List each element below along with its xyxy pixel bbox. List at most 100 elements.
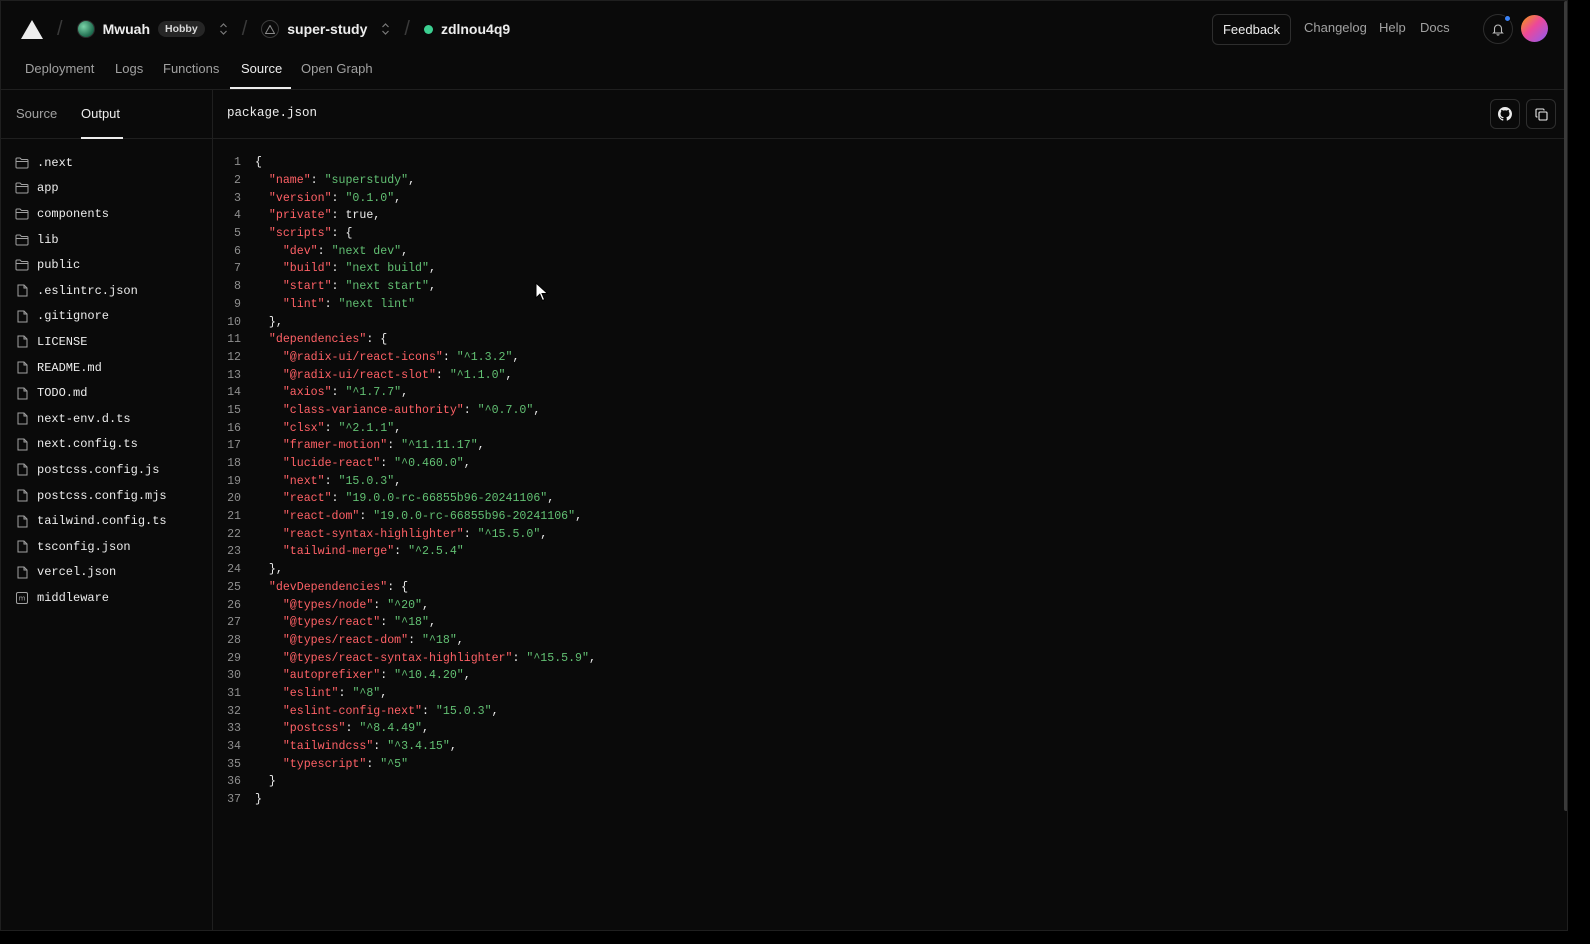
team-switcher[interactable]: Mwuah Hobby [76, 20, 228, 38]
json-key: "name" [268, 174, 311, 188]
json-punct: , [547, 492, 555, 506]
file-tree-item[interactable]: postcss.config.mjs [1, 483, 212, 509]
docs-link[interactable]: Docs [1420, 20, 1450, 35]
json-key: "@types/react" [282, 616, 381, 630]
folder-icon [15, 233, 29, 247]
file-tree-item[interactable]: vercel.json [1, 560, 212, 586]
code-text: "@types/node": "^20", [255, 599, 429, 612]
json-string: "^10.4.20" [394, 669, 464, 683]
json-punct: , [491, 704, 499, 718]
vercel-triangle-icon[interactable] [21, 19, 43, 39]
json-punct [255, 616, 283, 629]
deployment-tabs: Deployment Logs Functions Source Open Gr… [1, 57, 1567, 90]
code-line: 33 "postcss": "^8.4.49", [213, 720, 596, 738]
chevron-updown-icon[interactable] [381, 22, 390, 36]
json-key: "start" [282, 280, 332, 294]
code-text: "autoprefixer": "^10.4.20", [255, 669, 471, 682]
json-punct [255, 687, 283, 700]
json-key: "tailwindcss" [282, 740, 374, 754]
file-tree-item[interactable]: tailwind.config.ts [1, 508, 212, 534]
json-punct: , [394, 474, 402, 488]
line-number: 19 [227, 474, 241, 488]
file-tree-item[interactable]: LICENSE [1, 329, 212, 355]
file-sidebar: Source Output .next app components lib publi… [1, 90, 213, 930]
feedback-button[interactable]: Feedback [1212, 14, 1291, 45]
line-number: 36 [227, 775, 241, 789]
file-tree-item[interactable]: .eslintrc.json [1, 278, 212, 304]
app-window: / Mwuah Hobby / super-study / zdlnou4q9 … [0, 0, 1568, 931]
json-punct [255, 545, 283, 558]
json-string: "superstudy" [324, 174, 409, 188]
code-line: 3 "version": "0.1.0", [213, 189, 596, 207]
file-tree-item[interactable]: .next [1, 150, 212, 176]
plan-badge: Hobby [158, 21, 205, 37]
file-tree-item[interactable]: README.md [1, 355, 212, 381]
file-tree-item[interactable]: tsconfig.json [1, 534, 212, 560]
team-avatar [76, 20, 95, 38]
breadcrumb-separator: / [57, 17, 63, 40]
folder-icon [15, 156, 29, 170]
json-string: "^0.460.0" [394, 457, 464, 471]
json-punct: : [463, 403, 478, 417]
user-avatar[interactable] [1521, 15, 1548, 42]
json-punct: } [255, 775, 276, 789]
tab-deployment[interactable]: Deployment [25, 61, 94, 76]
file-tree-item[interactable]: lib [1, 227, 212, 253]
file-tree-item-label: app [37, 181, 59, 196]
code-line: 4 "private": true, [213, 207, 596, 225]
file-tree-item[interactable]: m middleware [1, 585, 212, 611]
json-key: "clsx" [282, 421, 325, 435]
project-switcher[interactable]: super-study [261, 20, 390, 38]
file-tree-item[interactable]: app [1, 176, 212, 202]
copy-button[interactable] [1526, 99, 1556, 129]
json-punct: , [505, 368, 513, 382]
json-punct: : [345, 722, 360, 736]
json-punct: : [373, 740, 388, 754]
file-tree-item-label: TODO.md [37, 386, 88, 401]
json-punct: : [387, 439, 402, 453]
file-tree-item-label: postcss.config.mjs [37, 488, 167, 503]
file-tree-item-label: README.md [37, 360, 102, 375]
file-tree-item-label: public [37, 258, 81, 273]
line-number: 12 [227, 350, 241, 364]
file-tree: .next app components lib public .eslintrc.jso… [1, 150, 212, 611]
file-tree-item[interactable]: .gitignore [1, 304, 212, 330]
tab-logs[interactable]: Logs [115, 61, 143, 76]
sidebar-tab-source[interactable]: Source [16, 106, 57, 121]
file-tree-item[interactable]: next.config.ts [1, 432, 212, 458]
json-punct: : [359, 510, 374, 524]
json-key: "eslint" [282, 686, 339, 700]
github-button[interactable] [1490, 99, 1520, 129]
file-tree-item[interactable]: TODO.md [1, 380, 212, 406]
json-key: "axios" [282, 386, 332, 400]
code-line: 36 } [213, 773, 596, 791]
json-punct [255, 669, 283, 682]
file-icon [15, 386, 29, 400]
file-icon [15, 540, 29, 554]
tab-functions[interactable]: Functions [163, 61, 219, 76]
file-tree-item[interactable]: components [1, 201, 212, 227]
code-line: 18 "lucide-react": "^0.460.0", [213, 455, 596, 473]
file-tree-item[interactable]: public [1, 252, 212, 278]
json-key: "react-dom" [282, 510, 360, 524]
sidebar-tab-output[interactable]: Output [81, 106, 120, 121]
help-link[interactable]: Help [1379, 20, 1406, 35]
json-punct: , [540, 527, 548, 541]
code-block[interactable]: 1{2 "name": "superstudy", 3 "version": "0… [213, 154, 596, 808]
tab-open-graph[interactable]: Open Graph [301, 61, 373, 76]
file-tree-item-label: tailwind.config.ts [37, 514, 167, 529]
line-number: 35 [227, 757, 241, 771]
json-punct: , [394, 421, 402, 435]
vertical-scrollbar[interactable] [1564, 1, 1567, 811]
json-punct: : [366, 757, 381, 771]
deployment-crumb[interactable]: zdlnou4q9 [423, 21, 510, 37]
chevron-updown-icon[interactable] [219, 22, 228, 36]
file-tree-item[interactable]: postcss.config.js [1, 457, 212, 483]
tab-source[interactable]: Source [241, 61, 282, 76]
line-number: 37 [227, 793, 241, 807]
json-punct [255, 351, 283, 364]
code-text: "@radix-ui/react-icons": "^1.3.2", [255, 351, 520, 364]
file-tree-item[interactable]: next-env.d.ts [1, 406, 212, 432]
changelog-link[interactable]: Changelog [1304, 20, 1367, 35]
code-line: 5 "scripts": { [213, 225, 596, 243]
